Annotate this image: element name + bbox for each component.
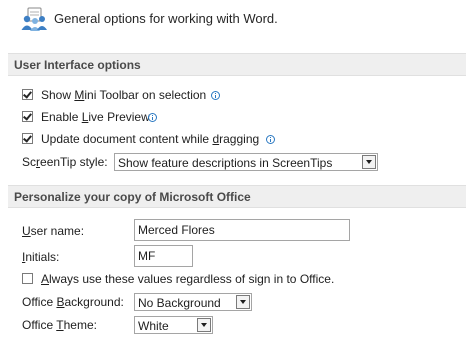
always-use-checkbox[interactable] xyxy=(22,273,33,284)
screentip-style-label: ScreenTip style: xyxy=(22,155,108,169)
section-title: User Interface options xyxy=(14,58,141,72)
office-theme-select[interactable]: White xyxy=(134,316,213,334)
live-preview-checkbox[interactable] xyxy=(22,111,33,122)
office-theme-value: White xyxy=(138,319,169,333)
office-theme-label: Office Theme: xyxy=(22,318,97,332)
mini-toolbar-checkbox[interactable] xyxy=(22,89,33,100)
screentip-style-value: Show feature descriptions in ScreenTips xyxy=(118,156,333,170)
username-value: Merced Flores xyxy=(138,223,215,237)
section-title: Personalize your copy of Microsoft Offic… xyxy=(14,190,251,204)
screentip-style-select[interactable]: Show feature descriptions in ScreenTips xyxy=(114,153,378,171)
live-preview-label: Enable Live Preview xyxy=(41,110,150,124)
office-background-value: No Background xyxy=(138,296,221,310)
chevron-down-icon[interactable] xyxy=(236,295,250,309)
general-options-icon xyxy=(20,6,48,34)
header-text: General options for working with Word. xyxy=(54,11,278,26)
username-label: User name: xyxy=(22,224,85,238)
update-dragging-checkbox[interactable] xyxy=(22,133,33,144)
section-header-personalize: Personalize your copy of Microsoft Offic… xyxy=(8,185,466,208)
username-input[interactable]: Merced Flores xyxy=(134,219,350,241)
initials-input[interactable]: MF xyxy=(134,245,193,267)
update-dragging-label: Update document content while dragging xyxy=(41,132,260,146)
mini-toolbar-label: Show Mini Toolbar on selection xyxy=(41,88,207,102)
info-icon[interactable] xyxy=(211,89,220,100)
office-background-select[interactable]: No Background xyxy=(134,293,252,311)
chevron-down-icon[interactable] xyxy=(197,318,211,332)
office-background-label: Office Background: xyxy=(22,295,124,309)
info-icon[interactable] xyxy=(266,133,275,144)
initials-value: MF xyxy=(138,249,156,263)
chevron-down-icon[interactable] xyxy=(362,155,376,169)
section-header-ui-options: User Interface options xyxy=(8,53,466,76)
info-icon[interactable] xyxy=(148,111,157,122)
initials-label: Initials: xyxy=(22,250,60,264)
always-use-label: Always use these values regardless of si… xyxy=(41,272,335,286)
